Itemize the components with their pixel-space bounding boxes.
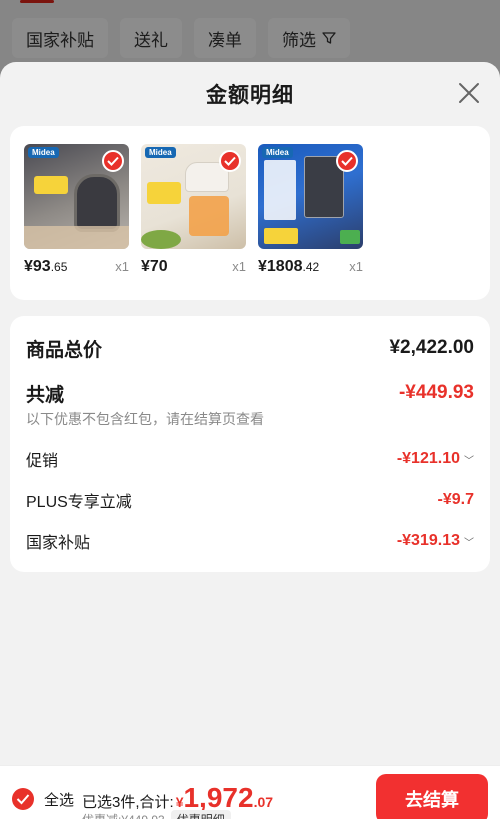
discount-amount-text: 优惠减:¥449.93 bbox=[82, 811, 165, 819]
checkout-button[interactable]: 去结算 bbox=[376, 774, 488, 819]
brand-label: Midea bbox=[145, 147, 176, 158]
discount-row: 共减 -¥449.93 bbox=[26, 379, 474, 407]
grand-total-dec: .07 bbox=[253, 794, 274, 810]
select-all[interactable]: 全选 bbox=[12, 788, 74, 810]
product-list: Midea ¥93.65 x1 Midea ¥70 x1 Midea ¥1808… bbox=[10, 126, 490, 300]
chevron-down-icon: ﹀ bbox=[464, 455, 474, 467]
product-item[interactable]: Midea ¥1808.42 x1 bbox=[258, 144, 363, 282]
product-qty: x1 bbox=[349, 259, 363, 274]
product-price: ¥93.65 bbox=[24, 258, 68, 275]
promotion-row[interactable]: 促销 -¥121.10 ﹀ bbox=[26, 439, 474, 479]
discount-note: 以下优惠不包含红包，请在结算页查看 bbox=[26, 411, 264, 427]
discount-detail-button[interactable]: 优惠明细 bbox=[170, 810, 231, 819]
plus-discount-label: PLUS专享立减 bbox=[26, 494, 132, 511]
close-icon[interactable] bbox=[456, 80, 482, 106]
product-item[interactable]: Midea ¥70 x1 bbox=[141, 144, 246, 282]
plus-discount-value: -¥9.7 bbox=[437, 491, 474, 508]
selected-check-icon[interactable] bbox=[336, 150, 358, 172]
total-label: 商品总价 bbox=[26, 339, 103, 361]
brand-label: Midea bbox=[28, 147, 59, 158]
total-row: 商品总价 ¥2,422.00 bbox=[26, 334, 474, 362]
selected-check-icon[interactable] bbox=[102, 150, 124, 172]
sheet-title: 金额明细 bbox=[206, 84, 294, 107]
total-value: ¥2,422.00 bbox=[389, 337, 474, 358]
currency-symbol: ¥ bbox=[175, 794, 184, 810]
national-subsidy-row[interactable]: 国家补贴 -¥319.13 ﹀ bbox=[26, 521, 474, 561]
promotion-value: -¥121.10 ﹀ bbox=[396, 450, 474, 467]
product-price: ¥70 bbox=[141, 258, 168, 275]
national-subsidy-value: -¥319.13 ﹀ bbox=[396, 532, 474, 549]
selected-check-icon[interactable] bbox=[219, 150, 241, 172]
checkout-bar: 全选 已选3件,合计: ¥ 1,972 .07 优惠减:¥449.93 优惠明细… bbox=[0, 765, 500, 819]
selected-count-text: 已选3件,合计: bbox=[82, 794, 174, 811]
price-summary: 商品总价 ¥2,422.00 共减 -¥449.93 以下优惠不包含红包，请在结… bbox=[10, 316, 490, 572]
national-subsidy-label: 国家补贴 bbox=[26, 535, 91, 552]
discount-value: -¥449.93 bbox=[398, 382, 474, 403]
discount-label: 共减 bbox=[26, 384, 65, 406]
select-all-check-icon[interactable] bbox=[12, 788, 34, 810]
promotion-label: 促销 bbox=[26, 453, 59, 470]
plus-discount-row: PLUS专享立减 -¥9.7 bbox=[26, 480, 474, 520]
product-qty: x1 bbox=[232, 259, 246, 274]
sheet-header: 金额明细 bbox=[0, 62, 500, 126]
amount-detail-sheet: 金额明细 Midea ¥93.65 x1 Midea ¥70 x1 Midea … bbox=[0, 62, 500, 819]
product-price: ¥1808.42 bbox=[258, 258, 320, 275]
chevron-down-icon: ﹀ bbox=[464, 537, 474, 549]
select-all-label: 全选 bbox=[44, 791, 75, 809]
product-image: Midea bbox=[141, 144, 246, 249]
product-image: Midea bbox=[258, 144, 363, 249]
discount-summary: 优惠减:¥449.93 优惠明细 bbox=[82, 810, 231, 819]
product-item[interactable]: Midea ¥93.65 x1 bbox=[24, 144, 129, 282]
product-image: Midea bbox=[24, 144, 129, 249]
product-qty: x1 bbox=[115, 259, 129, 274]
brand-label: Midea bbox=[262, 147, 293, 158]
